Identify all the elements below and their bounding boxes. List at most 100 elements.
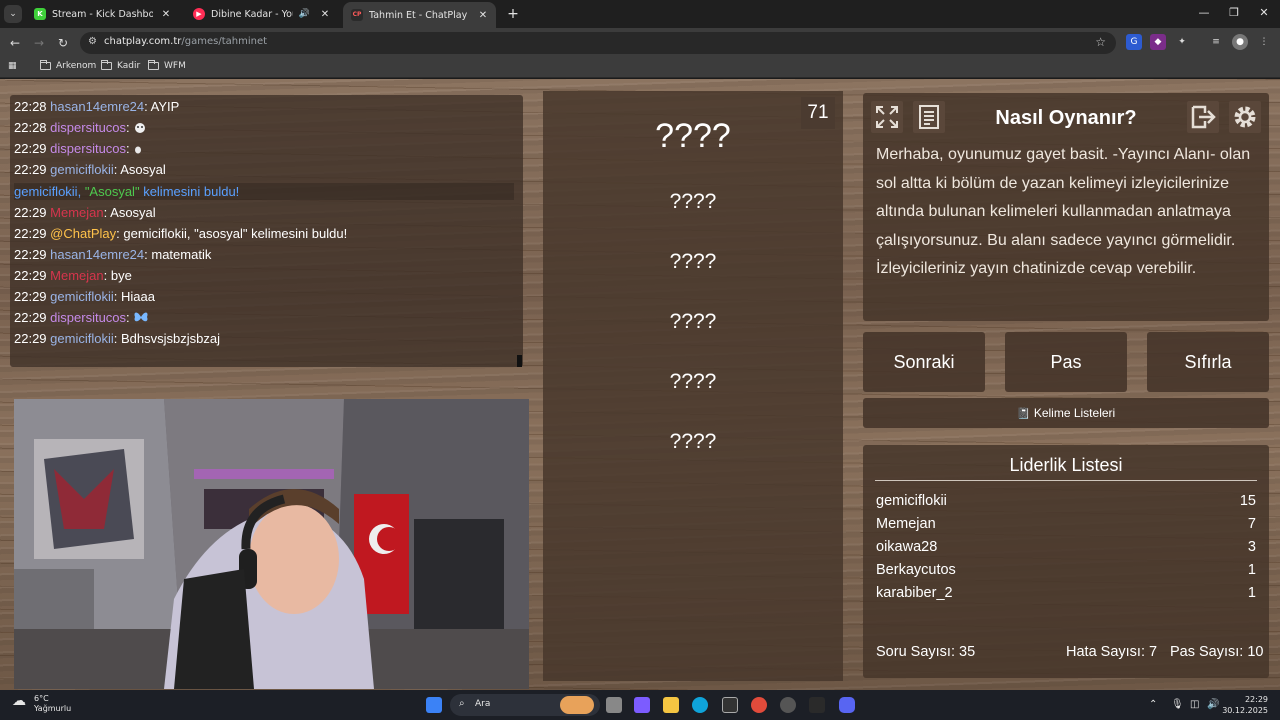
- chat-separator: :: [126, 310, 134, 325]
- tray-chevron-icon[interactable]: ⌃: [1149, 699, 1157, 710]
- chat-username[interactable]: dispersitucos: [50, 141, 126, 156]
- restore-icon[interactable]: ❐: [1226, 6, 1242, 19]
- notice-word: "Asosyal": [84, 184, 140, 199]
- chat-text: Hiaaa: [120, 289, 155, 304]
- bookmark-star-icon[interactable]: ☆: [1095, 35, 1106, 49]
- close-icon[interactable]: ✕: [476, 10, 490, 21]
- chat-username[interactable]: dispersitucos: [50, 120, 126, 135]
- how-to-play-panel: Nasıl Oynanır? Merhaba, oyunumuz gayet b…: [863, 93, 1269, 321]
- reload-icon[interactable]: ↻: [54, 34, 72, 52]
- chrome-icon[interactable]: [751, 697, 767, 713]
- browser-toolbar: ← → ↻ ⚙ chatplay.com.tr/games/tahminet ☆: [0, 28, 1280, 57]
- chat-message: 22:29 Memejan: bye: [14, 268, 132, 283]
- chat-username[interactable]: hasan14emre24: [50, 247, 144, 262]
- pass-button[interactable]: Pas: [1005, 332, 1127, 392]
- next-button[interactable]: Sonraki: [863, 332, 985, 392]
- chat-username[interactable]: gemiciflokii: [50, 331, 114, 346]
- weather-widget[interactable]: ☁ 6°C Yağmurlu: [12, 694, 71, 714]
- hidden-word: ????: [669, 430, 717, 453]
- extensions-puzzle-icon[interactable]: ✦: [1174, 34, 1190, 50]
- chat-time: 22:29: [14, 205, 47, 220]
- window-close-icon[interactable]: ✕: [1256, 6, 1272, 19]
- bookmark-folder-wfm[interactable]: WFM: [148, 60, 186, 71]
- tab-search-button[interactable]: ⌄: [4, 5, 22, 23]
- chat-separator: :: [103, 268, 111, 283]
- new-tab-button[interactable]: +: [504, 5, 522, 23]
- apps-grid-icon[interactable]: ▦: [8, 61, 17, 71]
- chat-message: 22:28 hasan14emre24: AYIP: [14, 99, 179, 114]
- settings-gear-icon[interactable]: [1229, 101, 1261, 133]
- menu-icon[interactable]: ⋮: [1256, 34, 1272, 50]
- chat-username[interactable]: @ChatPlay: [50, 226, 116, 241]
- speaker-icon[interactable]: 🔊: [299, 9, 310, 19]
- bookmark-folder-arkenom[interactable]: Arkenom: [40, 60, 96, 71]
- notice-user: gemiciflokii,: [14, 184, 82, 199]
- address-bar[interactable]: ⚙ chatplay.com.tr/games/tahminet ☆: [80, 32, 1116, 54]
- emote-icon: [133, 142, 143, 157]
- chat-username[interactable]: gemiciflokii: [50, 162, 114, 177]
- tab-kick-dashboard[interactable]: K Stream - Kick Dashboard ✕: [26, 4, 179, 24]
- chat-time: 22:29: [14, 162, 47, 177]
- chat-username[interactable]: Memejan: [50, 268, 103, 283]
- tab-title: Stream - Kick Dashboard: [52, 8, 153, 20]
- chat-message: 22:29 @ChatPlay: gemiciflokii, "asosyal"…: [14, 226, 347, 241]
- tab-title: Dibine Kadar - YouTube Mu: [211, 8, 293, 20]
- bookmark-folder-kadir[interactable]: Kadir: [101, 60, 140, 71]
- start-windows-icon[interactable]: [426, 697, 442, 713]
- edge-icon[interactable]: [692, 697, 708, 713]
- file-explorer-icon[interactable]: [663, 697, 679, 713]
- close-icon[interactable]: ✕: [318, 9, 332, 20]
- bookmark-label: WFM: [164, 61, 186, 71]
- store-icon[interactable]: [722, 697, 738, 713]
- media-control-icon[interactable]: ≡: [1208, 34, 1224, 50]
- chat-scrollbar[interactable]: [517, 355, 522, 367]
- task-view-icon[interactable]: [606, 697, 622, 713]
- discord-icon[interactable]: [839, 697, 855, 713]
- chat-username[interactable]: dispersitucos: [50, 310, 126, 325]
- leaderboard-row: oikawa28 3: [876, 539, 1256, 555]
- chat-separator: :: [126, 141, 134, 156]
- search-highlight-icon: [560, 696, 594, 714]
- profile-avatar[interactable]: ●: [1232, 34, 1248, 50]
- player-name: Memejan: [876, 516, 936, 532]
- player-score: 1: [1247, 562, 1256, 578]
- obs-icon[interactable]: [780, 697, 796, 713]
- chat-time: 22:29: [14, 141, 47, 156]
- player-score: 15: [1239, 493, 1256, 509]
- microphone-icon[interactable]: 🎙: [1171, 699, 1184, 710]
- volume-icon[interactable]: 🔊: [1207, 699, 1219, 710]
- leaderboard-title: Liderlik Listesi: [875, 455, 1257, 481]
- app-icon[interactable]: [809, 697, 825, 713]
- player-score: 3: [1247, 539, 1256, 555]
- taskbar-clock[interactable]: 22:29 30.12.2025: [1222, 694, 1268, 716]
- word-lists-button[interactable]: 📓 Kelime Listeleri: [863, 398, 1269, 428]
- chat-time: 22:29: [14, 331, 47, 346]
- tab-tahmin-et[interactable]: CP Tahmin Et - ChatPlay ✕: [343, 2, 496, 28]
- minimize-icon[interactable]: —: [1196, 6, 1212, 19]
- tab-title: Tahmin Et - ChatPlay: [369, 9, 468, 21]
- translate-icon[interactable]: G: [1126, 34, 1142, 50]
- close-icon[interactable]: ✕: [159, 9, 173, 20]
- chat-time: 22:29: [14, 268, 47, 283]
- chat-username[interactable]: hasan14emre24: [50, 99, 144, 114]
- network-icon[interactable]: ◫: [1190, 699, 1199, 710]
- site-info-icon[interactable]: ⚙: [88, 36, 97, 47]
- chat-username[interactable]: gemiciflokii: [50, 289, 114, 304]
- chat-time: 22:29: [14, 310, 47, 325]
- copilot-icon[interactable]: [634, 697, 650, 713]
- youtube-music-icon: ▶: [193, 8, 205, 20]
- chat-time: 22:29: [14, 247, 47, 262]
- back-icon[interactable]: ←: [6, 34, 24, 52]
- taskbar-search[interactable]: ⌕ Ara: [450, 694, 600, 716]
- chat-message: 22:29 gemiciflokii: Bdhsvsjsbzjsbzaj: [14, 331, 220, 346]
- chat-text: bye: [110, 268, 132, 283]
- chat-username[interactable]: Memejan: [50, 205, 103, 220]
- chat-text: Bdhsvsjsbzjsbzaj: [120, 331, 220, 346]
- folder-icon: [101, 60, 112, 70]
- exit-icon[interactable]: [1187, 101, 1219, 133]
- tab-youtube-music[interactable]: ▶ Dibine Kadar - YouTube Mu 🔊 ✕: [185, 4, 338, 24]
- chat-message: 22:28 dispersitucos:: [14, 120, 147, 137]
- extension-icon[interactable]: ◆: [1150, 34, 1166, 50]
- forward-icon[interactable]: →: [30, 34, 48, 52]
- reset-button[interactable]: Sıfırla: [1147, 332, 1269, 392]
